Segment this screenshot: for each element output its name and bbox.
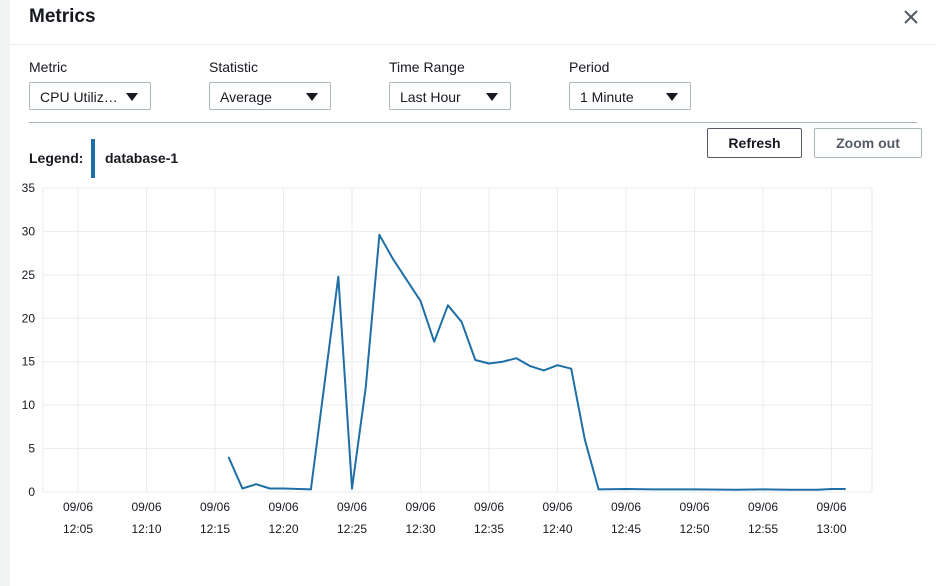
data-point (447, 304, 449, 307)
x-tick-label-date: 09/06 (200, 500, 230, 514)
x-tick-label-time: 12:45 (611, 522, 641, 536)
x-tick-label-time: 12:10 (131, 522, 161, 536)
close-icon (904, 10, 918, 24)
y-tick-label: 35 (22, 181, 36, 195)
data-point (501, 360, 504, 363)
metric-label: Metric (29, 59, 68, 75)
x-tick-label-date: 09/06 (542, 500, 572, 514)
statistic-select-value: Average (220, 89, 272, 105)
data-point (378, 234, 381, 236)
data-point (460, 320, 463, 323)
x-tick-label-time: 13:00 (816, 522, 846, 536)
caret-down-icon (666, 93, 678, 101)
zoom-out-button[interactable]: Zoom out (814, 128, 922, 158)
data-point (392, 258, 394, 261)
data-point (488, 362, 490, 365)
time-range-label: Time Range (389, 59, 465, 75)
statistic-label: Statistic (209, 59, 259, 75)
data-point (227, 456, 230, 459)
period-select[interactable]: 1 Minute (569, 82, 691, 110)
cpu-line-chart: 0 5 10 15 20 25 30 35 09/06 12:05 09/06 12:10 09/06 1… (22, 181, 873, 536)
data-point (734, 489, 737, 491)
y-tick-label: 25 (22, 268, 36, 282)
x-tick-label-time: 12:05 (63, 522, 93, 536)
y-tick-label: 20 (22, 311, 36, 325)
caret-down-icon (306, 93, 318, 101)
x-tick-label-date: 09/06 (131, 500, 161, 514)
data-point (529, 365, 531, 367)
data-point (515, 357, 518, 360)
data-point (693, 488, 696, 491)
legend-series-name: database-1 (105, 150, 179, 166)
x-tick-label-time: 12:25 (337, 522, 367, 536)
x-tick-label-time: 12:40 (542, 522, 572, 536)
legend-swatch (91, 139, 95, 178)
controls-divider (29, 122, 917, 123)
y-tick-label: 10 (22, 398, 36, 412)
y-tick-label: 30 (22, 224, 36, 238)
data-point (364, 386, 367, 389)
x-tick-label-time: 12:20 (268, 522, 298, 536)
x-tick-label-time: 12:55 (748, 522, 778, 536)
data-point (597, 488, 600, 491)
data-point (255, 483, 257, 485)
statistic-select[interactable]: Average (209, 82, 331, 110)
caret-down-icon (126, 93, 138, 101)
x-tick-label-time: 12:15 (200, 522, 230, 536)
x-tick-label-date: 09/06 (405, 500, 435, 514)
data-point (241, 487, 244, 490)
modal-header: Metrics (10, 0, 936, 45)
period-label: Period (569, 59, 610, 75)
data-point (652, 488, 655, 491)
metrics-modal: Metrics Metric CPU Utiliz… Statistic Ave… (10, 0, 936, 586)
data-point (584, 439, 586, 441)
x-tick-label-date: 09/06 (748, 500, 778, 514)
period-select-value: 1 Minute (580, 89, 634, 105)
refresh-button[interactable]: Refresh (707, 128, 802, 158)
close-button[interactable] (898, 4, 924, 30)
data-point (269, 487, 271, 490)
x-tick-label-date: 09/06 (611, 500, 641, 514)
data-point (337, 275, 340, 278)
y-tick-label: 0 (28, 485, 35, 499)
plot-area-border (42, 187, 873, 493)
x-tick-label-time: 12:35 (474, 522, 504, 536)
data-point (817, 489, 819, 491)
data-point (310, 488, 312, 491)
data-point (556, 364, 559, 366)
legend-label: Legend: (29, 150, 84, 166)
x-tick-label-date: 09/06 (679, 500, 709, 514)
x-tick-label-date: 09/06 (337, 500, 367, 514)
data-point (762, 488, 764, 491)
metric-select-value: CPU Utiliz… (40, 89, 118, 105)
data-point (433, 340, 436, 343)
y-tick-label: 15 (22, 355, 36, 369)
background-page-strip (0, 0, 10, 586)
data-point (625, 488, 627, 490)
y-tick-label: 5 (28, 442, 35, 456)
x-tick-label-date: 09/06 (268, 500, 298, 514)
data-point (844, 488, 846, 490)
time-range-select[interactable]: Last Hour (389, 82, 511, 110)
data-point (570, 367, 572, 370)
data-point (419, 300, 422, 302)
x-tick-label-date: 09/06 (63, 500, 93, 514)
metric-select[interactable]: CPU Utiliz… (29, 82, 151, 110)
x-tick-label-date: 09/06 (816, 500, 846, 514)
modal-title: Metrics (29, 6, 96, 27)
data-point (474, 359, 477, 361)
time-range-select-value: Last Hour (400, 89, 461, 105)
x-tick-label-time: 12:50 (679, 522, 709, 536)
x-tick-label-time: 12:30 (405, 522, 435, 536)
data-point (830, 488, 833, 490)
caret-down-icon (486, 93, 498, 101)
data-point (543, 369, 545, 372)
data-point (351, 487, 353, 490)
x-tick-label-date: 09/06 (474, 500, 504, 514)
data-point (282, 487, 285, 490)
data-point (789, 489, 792, 491)
series-line-database-1 (227, 233, 846, 491)
